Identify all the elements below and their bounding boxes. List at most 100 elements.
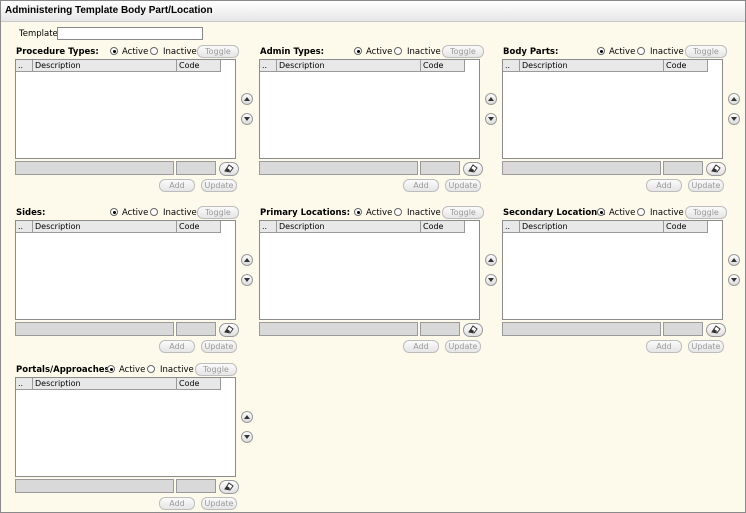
description-box[interactable]	[259, 161, 418, 175]
column-description[interactable]: Description	[33, 221, 177, 232]
add-button[interactable]: Add	[403, 340, 439, 353]
code-box[interactable]	[176, 322, 216, 336]
column-description[interactable]: Description	[520, 60, 664, 71]
add-button[interactable]: Add	[646, 179, 682, 192]
column-marker: ..	[16, 221, 33, 232]
active-radio[interactable]	[110, 208, 118, 216]
code-box[interactable]	[663, 161, 703, 175]
update-button[interactable]: Update	[688, 179, 724, 192]
add-button[interactable]: Add	[159, 497, 195, 510]
active-radio[interactable]	[597, 47, 605, 55]
column-description[interactable]: Description	[277, 60, 421, 71]
column-code[interactable]: Code	[177, 60, 221, 71]
move-up-button[interactable]	[241, 254, 253, 266]
portals-approaches-grid[interactable]: .. Description Code	[15, 377, 236, 477]
active-label: Active	[609, 47, 636, 57]
active-label: Active	[366, 47, 393, 57]
column-code[interactable]: Code	[664, 221, 708, 232]
clear-button[interactable]	[463, 162, 483, 176]
column-marker: ..	[503, 60, 520, 71]
move-down-button[interactable]	[241, 274, 253, 286]
toggle-button[interactable]: Toggle	[197, 206, 239, 219]
update-button[interactable]: Update	[201, 340, 237, 353]
column-description[interactable]: Description	[277, 221, 421, 232]
inactive-radio[interactable]	[394, 208, 402, 216]
code-box[interactable]	[420, 161, 460, 175]
description-box[interactable]	[15, 161, 174, 175]
clear-button[interactable]	[706, 162, 726, 176]
move-down-button[interactable]	[241, 113, 253, 125]
add-button[interactable]: Add	[159, 340, 195, 353]
add-button[interactable]: Add	[646, 340, 682, 353]
move-up-button[interactable]	[485, 93, 497, 105]
code-box[interactable]	[420, 322, 460, 336]
inactive-radio[interactable]	[637, 208, 645, 216]
column-code[interactable]: Code	[421, 221, 465, 232]
toggle-button[interactable]: Toggle	[685, 206, 727, 219]
secondary-locations-grid[interactable]: .. Description Code	[502, 220, 723, 320]
move-down-button[interactable]	[728, 113, 740, 125]
description-box[interactable]	[502, 322, 661, 336]
move-up-button[interactable]	[241, 411, 253, 423]
column-description[interactable]: Description	[33, 60, 177, 71]
code-box[interactable]	[176, 479, 216, 493]
active-radio[interactable]	[354, 47, 362, 55]
column-code[interactable]: Code	[421, 60, 465, 71]
description-box[interactable]	[259, 322, 418, 336]
move-down-button[interactable]	[485, 274, 497, 286]
column-description[interactable]: Description	[33, 378, 177, 389]
toggle-button[interactable]: Toggle	[197, 45, 239, 58]
move-down-button[interactable]	[485, 113, 497, 125]
toggle-button[interactable]: Toggle	[442, 45, 484, 58]
active-radio[interactable]	[110, 47, 118, 55]
add-button[interactable]: Add	[159, 179, 195, 192]
move-down-button[interactable]	[241, 431, 253, 443]
eraser-icon	[711, 325, 721, 334]
active-radio[interactable]	[107, 365, 115, 373]
code-box[interactable]	[663, 322, 703, 336]
column-code[interactable]: Code	[177, 378, 221, 389]
move-up-button[interactable]	[241, 93, 253, 105]
inactive-label: Inactive	[407, 208, 441, 218]
move-up-button[interactable]	[728, 93, 740, 105]
inactive-radio[interactable]	[394, 47, 402, 55]
primary-locations-grid[interactable]: .. Description Code	[259, 220, 480, 320]
update-button[interactable]: Update	[688, 340, 724, 353]
inactive-radio[interactable]	[150, 208, 158, 216]
clear-button[interactable]	[219, 162, 239, 176]
active-radio[interactable]	[597, 208, 605, 216]
move-up-button[interactable]	[728, 254, 740, 266]
template-input[interactable]	[57, 27, 203, 40]
clear-button[interactable]	[706, 323, 726, 337]
update-button[interactable]: Update	[201, 497, 237, 510]
description-box[interactable]	[15, 322, 174, 336]
active-radio[interactable]	[354, 208, 362, 216]
update-button[interactable]: Update	[445, 340, 481, 353]
clear-button[interactable]	[463, 323, 483, 337]
update-button[interactable]: Update	[445, 179, 481, 192]
grid-header: .. Description Code	[16, 221, 221, 233]
column-code[interactable]: Code	[664, 60, 708, 71]
inactive-radio[interactable]	[637, 47, 645, 55]
toggle-button[interactable]: Toggle	[195, 363, 237, 376]
clear-button[interactable]	[219, 323, 239, 337]
clear-button[interactable]	[219, 480, 239, 494]
procedure-types-grid[interactable]: .. Description Code	[15, 59, 236, 159]
admin-types-grid[interactable]: .. Description Code	[259, 59, 480, 159]
description-box[interactable]	[502, 161, 661, 175]
toggle-button[interactable]: Toggle	[685, 45, 727, 58]
toggle-button[interactable]: Toggle	[442, 206, 484, 219]
move-down-button[interactable]	[728, 274, 740, 286]
code-box[interactable]	[176, 161, 216, 175]
update-button[interactable]: Update	[201, 179, 237, 192]
inactive-radio[interactable]	[150, 47, 158, 55]
column-code[interactable]: Code	[177, 221, 221, 232]
column-description[interactable]: Description	[520, 221, 664, 232]
move-up-button[interactable]	[485, 254, 497, 266]
up-arrow-icon	[244, 415, 250, 419]
add-button[interactable]: Add	[403, 179, 439, 192]
inactive-radio[interactable]	[147, 365, 155, 373]
description-box[interactable]	[15, 479, 174, 493]
body-parts-grid[interactable]: .. Description Code	[502, 59, 723, 159]
sides-grid[interactable]: .. Description Code	[15, 220, 236, 320]
